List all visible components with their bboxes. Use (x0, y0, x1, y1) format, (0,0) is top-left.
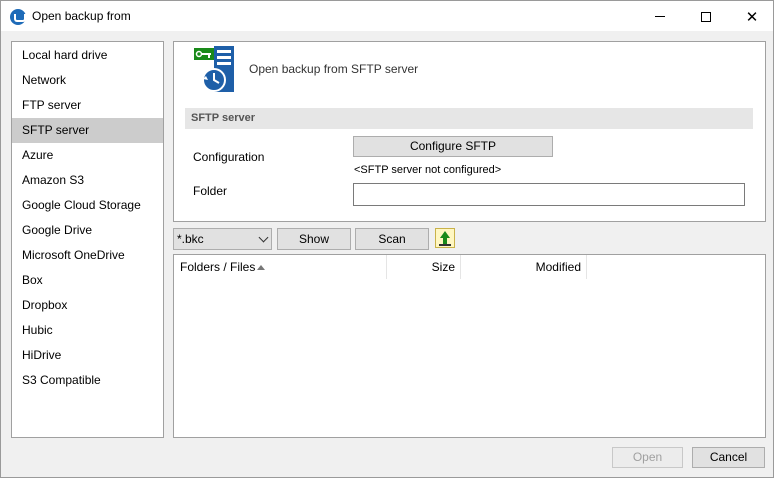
sftp-server-icon (194, 46, 234, 92)
title-bar: Open backup from ✕ (0, 0, 774, 31)
sidebar-item-google-drive[interactable]: Google Drive (12, 218, 163, 243)
sidebar-item-network[interactable]: Network (12, 68, 163, 93)
close-icon: ✕ (745, 8, 759, 26)
sidebar-item-s3-compatible[interactable]: S3 Compatible (12, 368, 163, 393)
folder-label: Folder (193, 184, 228, 198)
sidebar-item-hidrive[interactable]: HiDrive (12, 343, 163, 368)
close-button[interactable]: ✕ (729, 1, 774, 32)
scan-button[interactable]: Scan (355, 228, 429, 250)
sidebar-item-local-hard-drive[interactable]: Local hard drive (12, 43, 163, 68)
sidebar-item-box[interactable]: Box (12, 268, 163, 293)
folder-up-button[interactable] (435, 228, 455, 248)
sidebar-item-ftp-server[interactable]: FTP server (12, 93, 163, 118)
minimize-button[interactable] (637, 1, 683, 32)
storage-list: Local hard drive Network FTP server SFTP… (11, 41, 164, 438)
show-button-label: Show (298, 232, 330, 246)
sort-ascending-icon (257, 265, 266, 270)
open-button[interactable]: Open (612, 447, 683, 468)
cancel-button-label: Cancel (709, 450, 748, 464)
sidebar-item-microsoft-onedrive[interactable]: Microsoft OneDrive (12, 243, 163, 268)
configure-sftp-button[interactable]: Configure SFTP (353, 136, 553, 157)
folder-input[interactable] (353, 183, 745, 206)
up-arrow-icon (440, 231, 450, 238)
minimize-icon (655, 16, 665, 17)
app-icon (10, 9, 26, 25)
connection-status-text: <SFTP server not configured> (354, 164, 502, 176)
configuration-label: Configuration (193, 150, 265, 164)
up-arrow-base (439, 244, 451, 246)
sidebar-item-hubic[interactable]: Hubic (12, 318, 163, 343)
section-title: SFTP server (185, 108, 753, 129)
show-button[interactable]: Show (277, 228, 351, 250)
file-list[interactable]: Folders / Files Size Modified (173, 254, 766, 438)
dialog-body: Local hard drive Network FTP server SFTP… (0, 31, 774, 478)
open-button-label: Open (632, 450, 663, 464)
sidebar-item-google-cloud-storage[interactable]: Google Cloud Storage (12, 193, 163, 218)
column-header-size[interactable]: Size (387, 255, 461, 279)
file-filter-dropdown[interactable]: *.bkc (173, 228, 272, 250)
cancel-button[interactable]: Cancel (692, 447, 765, 468)
column-label-folders-files: Folders / Files (180, 260, 256, 274)
sftp-settings-panel: Open backup from SFTP server SFTP server… (173, 41, 766, 222)
column-header-modified[interactable]: Modified (461, 255, 587, 279)
maximize-button[interactable] (683, 1, 729, 32)
file-filter-value: *.bkc (177, 232, 204, 246)
sidebar-item-dropbox[interactable]: Dropbox (12, 293, 163, 318)
sidebar-item-sftp-server[interactable]: SFTP server (12, 118, 163, 143)
panel-heading: Open backup from SFTP server (249, 62, 419, 76)
sidebar-item-azure[interactable]: Azure (12, 143, 163, 168)
sidebar-item-amazon-s3[interactable]: Amazon S3 (12, 168, 163, 193)
maximize-icon (701, 11, 711, 22)
window-title: Open backup from (32, 9, 131, 23)
column-header-folders-files[interactable]: Folders / Files (174, 255, 387, 279)
chevron-down-icon (258, 232, 269, 243)
scan-button-label: Scan (378, 232, 406, 246)
